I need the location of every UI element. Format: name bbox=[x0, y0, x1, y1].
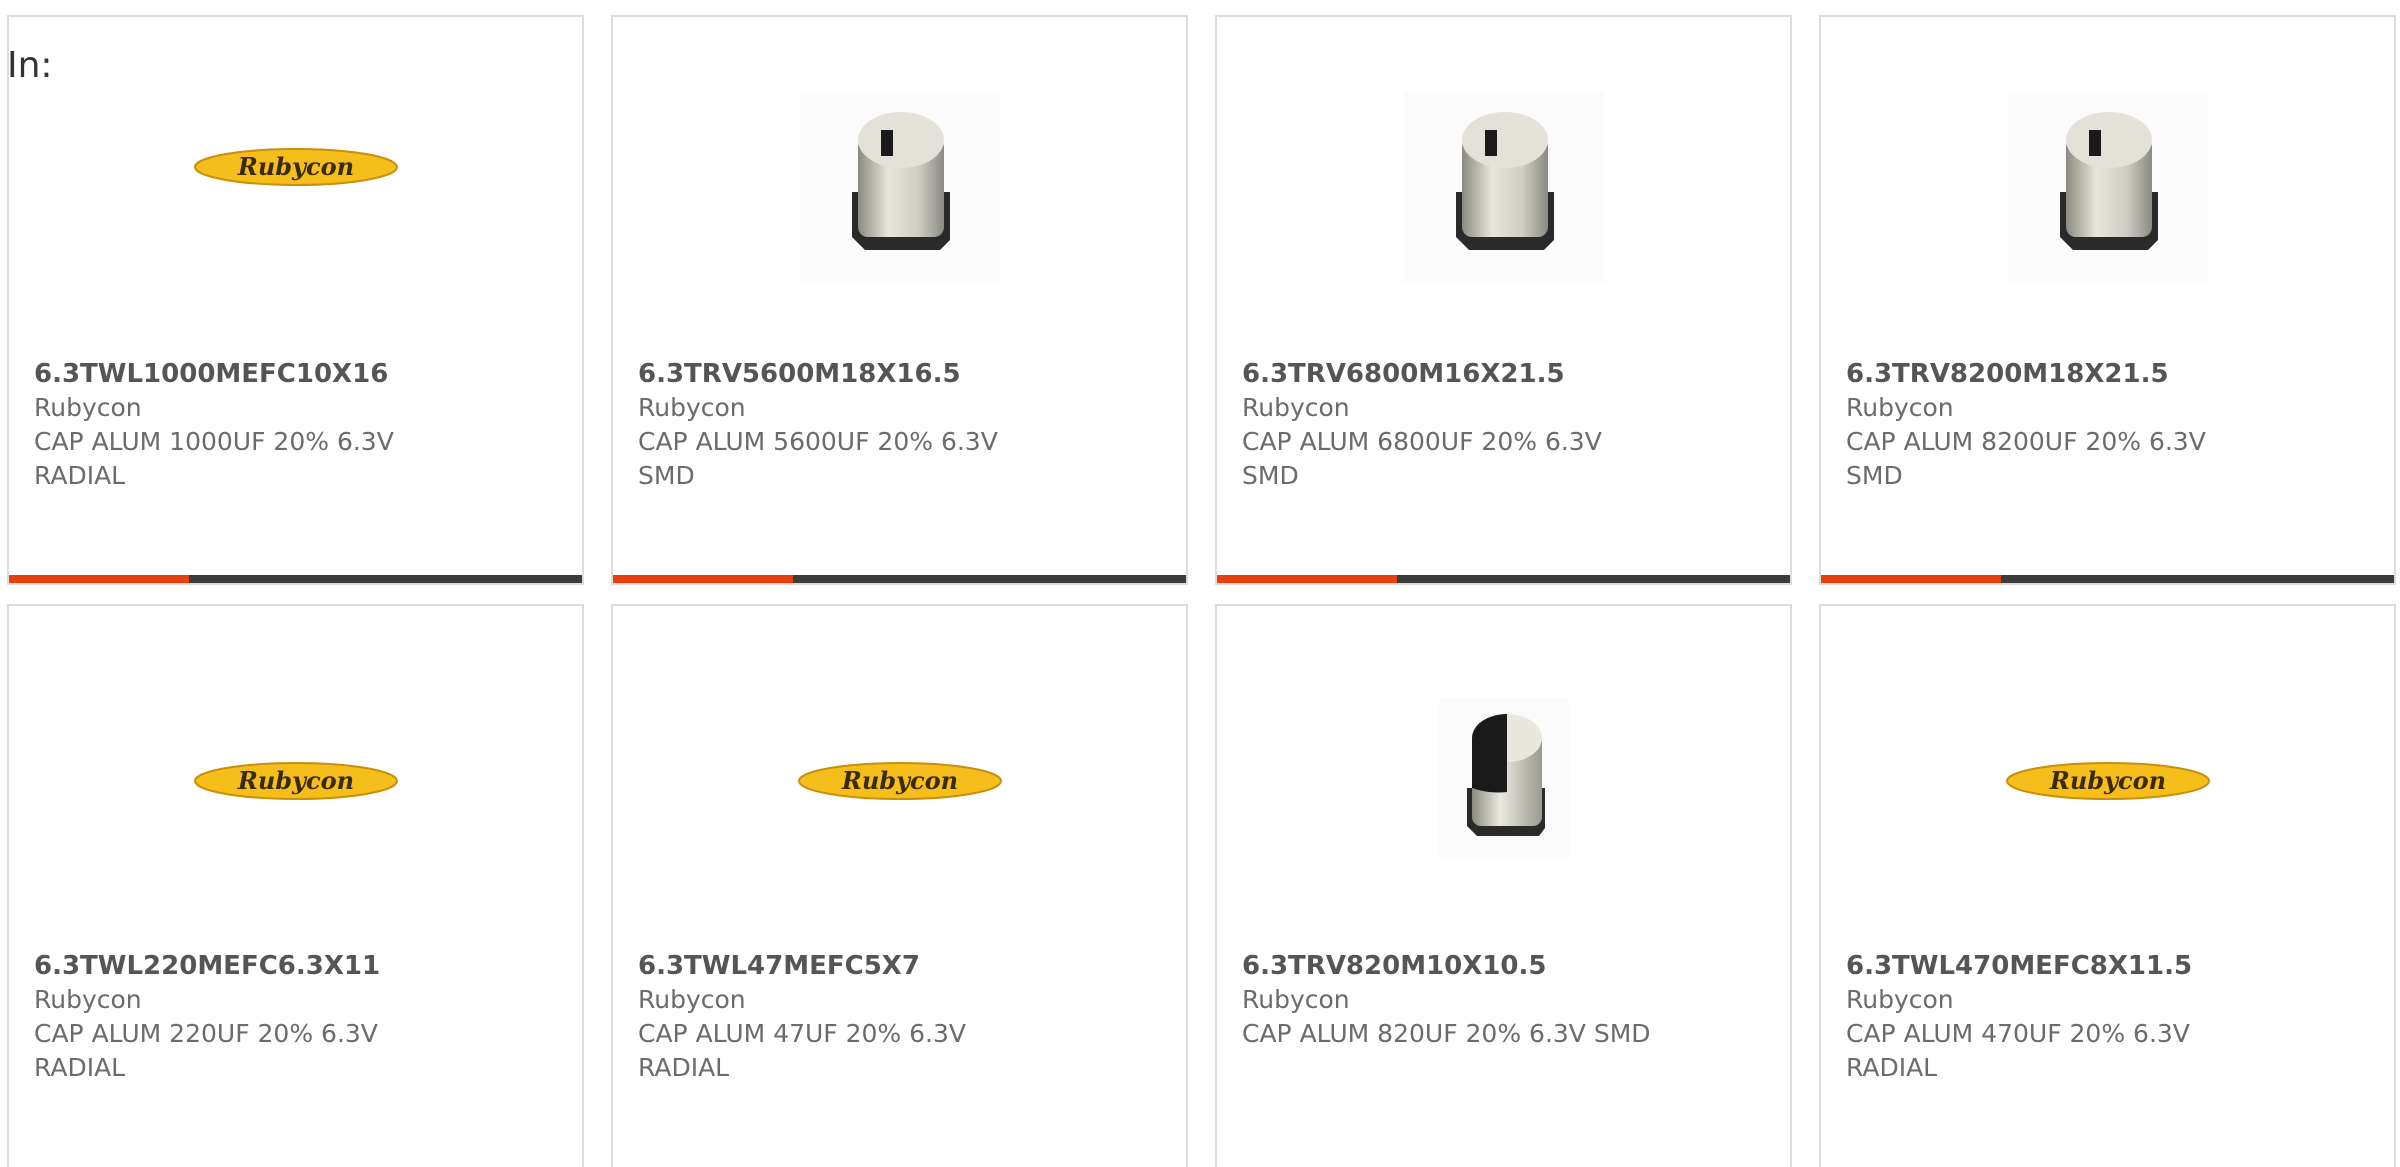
product-info: 6.3TRV5600M18X16.5 Rubycon CAP ALUM 5600… bbox=[638, 357, 1166, 493]
part-number[interactable]: 6.3TWL1000MEFC10X16 bbox=[34, 357, 562, 391]
part-number[interactable]: 6.3TRV5600M18X16.5 bbox=[638, 357, 1166, 391]
manufacturer: Rubycon bbox=[34, 985, 142, 1014]
description: CAP ALUM 220UF 20% 6.3V bbox=[34, 1019, 378, 1048]
part-number[interactable]: 6.3TWL47MEFC5X7 bbox=[638, 949, 1166, 983]
progress-bar bbox=[613, 575, 1186, 583]
description-package: RADIAL bbox=[1846, 1053, 1938, 1082]
product-info: 6.3TRV820M10X10.5 Rubycon CAP ALUM 820UF… bbox=[1242, 949, 1770, 1051]
description: CAP ALUM 8200UF 20% 6.3V bbox=[1846, 427, 2206, 456]
description-package: SMD bbox=[1242, 461, 1299, 490]
product-info: 6.3TRV8200M18X21.5 Rubycon CAP ALUM 8200… bbox=[1846, 357, 2374, 493]
product-card[interactable]: Rubycon 6.3TWL1000MEFC10X16 Rubycon CAP … bbox=[7, 15, 584, 585]
manufacturer: Rubycon bbox=[1846, 985, 1954, 1014]
progress-bar-fill bbox=[613, 575, 794, 583]
progress-bar bbox=[1217, 575, 1790, 583]
description: CAP ALUM 820UF 20% 6.3V SMD bbox=[1242, 1019, 1651, 1048]
progress-bar-fill bbox=[9, 575, 190, 583]
part-number[interactable]: 6.3TRV820M10X10.5 bbox=[1242, 949, 1770, 983]
product-thumbnail: Rubycon bbox=[9, 606, 582, 936]
description: CAP ALUM 47UF 20% 6.3V bbox=[638, 1019, 966, 1048]
svg-text:Rubycon: Rubycon bbox=[840, 766, 957, 795]
manufacturer: Rubycon bbox=[638, 985, 746, 1014]
product-info: 6.3TWL1000MEFC10X16 Rubycon CAP ALUM 100… bbox=[34, 357, 562, 493]
manufacturer: Rubycon bbox=[1846, 393, 1954, 422]
product-card[interactable]: 6.3TRV820M10X10.5 Rubycon CAP ALUM 820UF… bbox=[1215, 604, 1792, 1167]
product-thumbnail bbox=[1821, 17, 2394, 347]
smd-capacitor-image bbox=[1403, 92, 1604, 282]
manufacturer: Rubycon bbox=[34, 393, 142, 422]
description-package: RADIAL bbox=[34, 1053, 126, 1082]
product-grid-page: In: Rubycon 6.3TWL1000MEFC10X16 Rubycon … bbox=[0, 0, 2400, 1167]
progress-bar-fill bbox=[1217, 575, 1398, 583]
product-thumbnail bbox=[613, 17, 1186, 347]
description: CAP ALUM 1000UF 20% 6.3V bbox=[34, 427, 394, 456]
progress-bar bbox=[9, 575, 582, 583]
svg-text:Rubycon: Rubycon bbox=[236, 152, 353, 181]
manufacturer: Rubycon bbox=[638, 393, 746, 422]
product-thumbnail: Rubycon bbox=[1821, 606, 2394, 936]
svg-text:Rubycon: Rubycon bbox=[2048, 766, 2165, 795]
product-info: 6.3TWL47MEFC5X7 Rubycon CAP ALUM 47UF 20… bbox=[638, 949, 1166, 1085]
description: CAP ALUM 470UF 20% 6.3V bbox=[1846, 1019, 2190, 1048]
description-package: RADIAL bbox=[34, 461, 126, 490]
manufacturer: Rubycon bbox=[1242, 393, 1350, 422]
product-info: 6.3TWL220MEFC6.3X11 Rubycon CAP ALUM 220… bbox=[34, 949, 562, 1085]
product-card[interactable]: 6.3TRV5600M18X16.5 Rubycon CAP ALUM 5600… bbox=[611, 15, 1188, 585]
description: CAP ALUM 6800UF 20% 6.3V bbox=[1242, 427, 1602, 456]
description: CAP ALUM 5600UF 20% 6.3V bbox=[638, 427, 998, 456]
smd-capacitor-image bbox=[799, 92, 1000, 282]
manufacturer: Rubycon bbox=[1242, 985, 1350, 1014]
description-package: RADIAL bbox=[638, 1053, 730, 1082]
product-card[interactable]: 6.3TRV6800M16X21.5 Rubycon CAP ALUM 6800… bbox=[1215, 15, 1792, 585]
description-package: SMD bbox=[1846, 461, 1903, 490]
product-thumbnail bbox=[1217, 606, 1790, 936]
svg-text:Rubycon: Rubycon bbox=[236, 766, 353, 795]
rubycon-logo: Rubycon bbox=[2005, 761, 2210, 801]
product-info: 6.3TRV6800M16X21.5 Rubycon CAP ALUM 6800… bbox=[1242, 357, 1770, 493]
filter-label: In: bbox=[7, 45, 53, 86]
product-card[interactable]: Rubycon 6.3TWL470MEFC8X11.5 Rubycon CAP … bbox=[1819, 604, 2396, 1167]
smd-capacitor-image bbox=[1438, 698, 1569, 858]
part-number[interactable]: 6.3TRV8200M18X21.5 bbox=[1846, 357, 2374, 391]
product-info: 6.3TWL470MEFC8X11.5 Rubycon CAP ALUM 470… bbox=[1846, 949, 2374, 1085]
product-card[interactable]: Rubycon 6.3TWL220MEFC6.3X11 Rubycon CAP … bbox=[7, 604, 584, 1167]
rubycon-logo: Rubycon bbox=[193, 761, 398, 801]
part-number[interactable]: 6.3TWL470MEFC8X11.5 bbox=[1846, 949, 2374, 983]
description-package: SMD bbox=[638, 461, 695, 490]
progress-bar bbox=[1821, 575, 2394, 583]
product-card[interactable]: Rubycon 6.3TWL47MEFC5X7 Rubycon CAP ALUM… bbox=[611, 604, 1188, 1167]
part-number[interactable]: 6.3TWL220MEFC6.3X11 bbox=[34, 949, 562, 983]
product-thumbnail: Rubycon bbox=[613, 606, 1186, 936]
product-card[interactable]: 6.3TRV8200M18X21.5 Rubycon CAP ALUM 8200… bbox=[1819, 15, 2396, 585]
rubycon-logo: Rubycon bbox=[193, 147, 398, 187]
progress-bar-fill bbox=[1821, 575, 2002, 583]
smd-capacitor-image bbox=[2007, 92, 2208, 282]
rubycon-logo: Rubycon bbox=[797, 761, 1002, 801]
part-number[interactable]: 6.3TRV6800M16X21.5 bbox=[1242, 357, 1770, 391]
product-thumbnail: Rubycon bbox=[9, 17, 582, 347]
product-thumbnail bbox=[1217, 17, 1790, 347]
